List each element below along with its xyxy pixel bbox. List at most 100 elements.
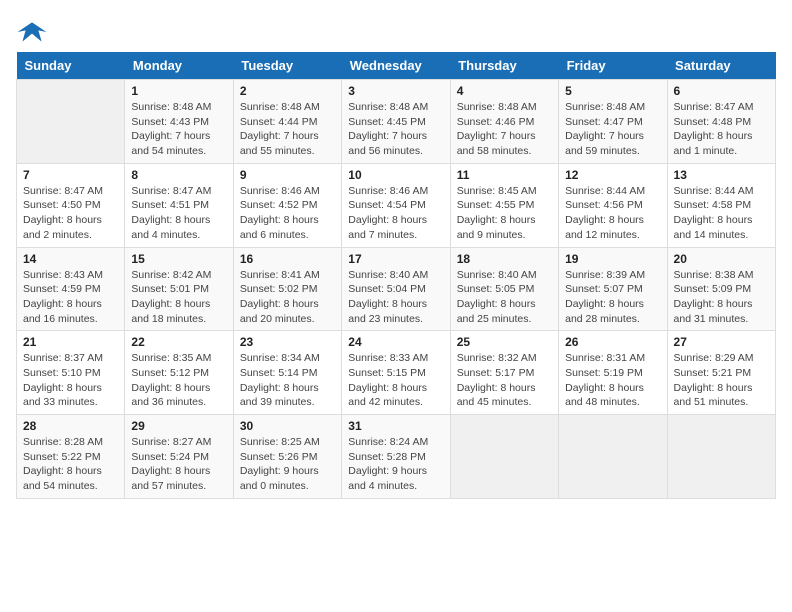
day-number: 19 xyxy=(565,252,660,266)
calendar-cell: 2 Sunrise: 8:48 AM Sunset: 4:44 PM Daylig… xyxy=(233,80,341,164)
day-number: 3 xyxy=(348,84,443,98)
day-number: 9 xyxy=(240,168,335,182)
day-number: 30 xyxy=(240,419,335,433)
day-header-thursday: Thursday xyxy=(450,52,558,80)
calendar-cell: 20 Sunrise: 8:38 AM Sunset: 5:09 PM Dayli… xyxy=(667,247,775,331)
day-info: Sunrise: 8:28 AM Sunset: 5:22 PM Dayligh… xyxy=(23,435,118,494)
calendar-cell: 8Sunrise: 8:47 AM Sunset: 4:51 PM Daylig… xyxy=(125,163,233,247)
day-info: Sunrise: 8:48 AM Sunset: 4:46 PM Dayligh… xyxy=(457,100,552,159)
day-info: Sunrise: 8:34 AM Sunset: 5:14 PM Dayligh… xyxy=(240,351,335,410)
day-number: 5 xyxy=(565,84,660,98)
calendar-cell: 23Sunrise: 8:34 AM Sunset: 5:14 PM Dayli… xyxy=(233,331,341,415)
day-number: 28 xyxy=(23,419,118,433)
day-info: Sunrise: 8:24 AM Sunset: 5:28 PM Dayligh… xyxy=(348,435,443,494)
day-number: 13 xyxy=(674,168,769,182)
day-info: Sunrise: 8:40 AM Sunset: 5:05 PM Dayligh… xyxy=(457,268,552,327)
calendar-cell: 16 Sunrise: 8:41 AM Sunset: 5:02 PM Dayli… xyxy=(233,247,341,331)
calendar-cell: 9 Sunrise: 8:46 AM Sunset: 4:52 PM Daylig… xyxy=(233,163,341,247)
calendar-cell: 10 Sunrise: 8:46 AM Sunset: 4:54 PM Dayli… xyxy=(342,163,450,247)
day-number: 17 xyxy=(348,252,443,266)
calendar-cell: 18 Sunrise: 8:40 AM Sunset: 5:05 PM Dayli… xyxy=(450,247,558,331)
day-number: 24 xyxy=(348,335,443,349)
calendar-cell: 15 Sunrise: 8:42 AM Sunset: 5:01 PM Dayli… xyxy=(125,247,233,331)
calendar-cell: 4Sunrise: 8:48 AM Sunset: 4:46 PM Daylig… xyxy=(450,80,558,164)
day-info: Sunrise: 8:25 AM Sunset: 5:26 PM Dayligh… xyxy=(240,435,335,494)
day-info: Sunrise: 8:39 AM Sunset: 5:07 PM Dayligh… xyxy=(565,268,660,327)
day-info: Sunrise: 8:46 AM Sunset: 4:54 PM Dayligh… xyxy=(348,184,443,243)
calendar-cell: 22Sunrise: 8:35 AM Sunset: 5:12 PM Dayli… xyxy=(125,331,233,415)
day-info: Sunrise: 8:43 AM Sunset: 4:59 PM Dayligh… xyxy=(23,268,118,327)
calendar-cell: 27 Sunrise: 8:29 AM Sunset: 5:21 PM Dayli… xyxy=(667,331,775,415)
calendar-cell: 30 Sunrise: 8:25 AM Sunset: 5:26 PM Dayli… xyxy=(233,415,341,499)
day-info: Sunrise: 8:46 AM Sunset: 4:52 PM Dayligh… xyxy=(240,184,335,243)
calendar-week-row: 28 Sunrise: 8:28 AM Sunset: 5:22 PM Dayli… xyxy=(17,415,776,499)
day-info: Sunrise: 8:48 AM Sunset: 4:45 PM Dayligh… xyxy=(348,100,443,159)
day-number: 10 xyxy=(348,168,443,182)
day-number: 15 xyxy=(131,252,226,266)
calendar-cell: 14Sunrise: 8:43 AM Sunset: 4:59 PM Dayli… xyxy=(17,247,125,331)
day-number: 7 xyxy=(23,168,118,182)
day-info: Sunrise: 8:29 AM Sunset: 5:21 PM Dayligh… xyxy=(674,351,769,410)
day-info: Sunrise: 8:37 AM Sunset: 5:10 PM Dayligh… xyxy=(23,351,118,410)
day-number: 6 xyxy=(674,84,769,98)
calendar-cell: 3 Sunrise: 8:48 AM Sunset: 4:45 PM Daylig… xyxy=(342,80,450,164)
day-number: 22 xyxy=(131,335,226,349)
day-header-tuesday: Tuesday xyxy=(233,52,341,80)
day-header-friday: Friday xyxy=(559,52,667,80)
day-number: 31 xyxy=(348,419,443,433)
day-number: 18 xyxy=(457,252,552,266)
day-info: Sunrise: 8:42 AM Sunset: 5:01 PM Dayligh… xyxy=(131,268,226,327)
day-info: Sunrise: 8:48 AM Sunset: 4:43 PM Dayligh… xyxy=(131,100,226,159)
calendar-table: SundayMondayTuesdayWednesdayThursdayFrid… xyxy=(16,52,776,499)
calendar-header-row: SundayMondayTuesdayWednesdayThursdayFrid… xyxy=(17,52,776,80)
logo-bird-icon xyxy=(16,16,48,48)
day-info: Sunrise: 8:31 AM Sunset: 5:19 PM Dayligh… xyxy=(565,351,660,410)
day-header-sunday: Sunday xyxy=(17,52,125,80)
calendar-cell: 31 Sunrise: 8:24 AM Sunset: 5:28 PM Dayli… xyxy=(342,415,450,499)
calendar-cell: 21Sunrise: 8:37 AM Sunset: 5:10 PM Dayli… xyxy=(17,331,125,415)
day-info: Sunrise: 8:32 AM Sunset: 5:17 PM Dayligh… xyxy=(457,351,552,410)
calendar-cell: 11Sunrise: 8:45 AM Sunset: 4:55 PM Dayli… xyxy=(450,163,558,247)
calendar-week-row: 7 Sunrise: 8:47 AM Sunset: 4:50 PM Daylig… xyxy=(17,163,776,247)
day-info: Sunrise: 8:47 AM Sunset: 4:50 PM Dayligh… xyxy=(23,184,118,243)
calendar-cell: 24Sunrise: 8:33 AM Sunset: 5:15 PM Dayli… xyxy=(342,331,450,415)
calendar-week-row: 1 Sunrise: 8:48 AM Sunset: 4:43 PM Daylig… xyxy=(17,80,776,164)
calendar-week-row: 14Sunrise: 8:43 AM Sunset: 4:59 PM Dayli… xyxy=(17,247,776,331)
calendar-cell: 13 Sunrise: 8:44 AM Sunset: 4:58 PM Dayli… xyxy=(667,163,775,247)
day-info: Sunrise: 8:44 AM Sunset: 4:56 PM Dayligh… xyxy=(565,184,660,243)
calendar-cell xyxy=(559,415,667,499)
calendar-week-row: 21Sunrise: 8:37 AM Sunset: 5:10 PM Dayli… xyxy=(17,331,776,415)
day-info: Sunrise: 8:40 AM Sunset: 5:04 PM Dayligh… xyxy=(348,268,443,327)
calendar-cell: 26 Sunrise: 8:31 AM Sunset: 5:19 PM Dayli… xyxy=(559,331,667,415)
calendar-cell: 17 Sunrise: 8:40 AM Sunset: 5:04 PM Dayli… xyxy=(342,247,450,331)
day-number: 20 xyxy=(674,252,769,266)
day-number: 1 xyxy=(131,84,226,98)
day-number: 2 xyxy=(240,84,335,98)
day-header-monday: Monday xyxy=(125,52,233,80)
day-number: 27 xyxy=(674,335,769,349)
calendar-cell: 1 Sunrise: 8:48 AM Sunset: 4:43 PM Daylig… xyxy=(125,80,233,164)
day-number: 26 xyxy=(565,335,660,349)
day-number: 12 xyxy=(565,168,660,182)
day-info: Sunrise: 8:41 AM Sunset: 5:02 PM Dayligh… xyxy=(240,268,335,327)
calendar-cell: 6 Sunrise: 8:47 AM Sunset: 4:48 PM Daylig… xyxy=(667,80,775,164)
calendar-cell: 7 Sunrise: 8:47 AM Sunset: 4:50 PM Daylig… xyxy=(17,163,125,247)
day-info: Sunrise: 8:44 AM Sunset: 4:58 PM Dayligh… xyxy=(674,184,769,243)
day-number: 11 xyxy=(457,168,552,182)
day-header-wednesday: Wednesday xyxy=(342,52,450,80)
day-info: Sunrise: 8:48 AM Sunset: 4:44 PM Dayligh… xyxy=(240,100,335,159)
logo xyxy=(16,16,52,48)
calendar-cell: 29 Sunrise: 8:27 AM Sunset: 5:24 PM Dayli… xyxy=(125,415,233,499)
day-number: 25 xyxy=(457,335,552,349)
day-number: 8 xyxy=(131,168,226,182)
day-number: 29 xyxy=(131,419,226,433)
calendar-cell: 12 Sunrise: 8:44 AM Sunset: 4:56 PM Dayli… xyxy=(559,163,667,247)
header xyxy=(16,16,776,48)
day-info: Sunrise: 8:27 AM Sunset: 5:24 PM Dayligh… xyxy=(131,435,226,494)
calendar-cell: 5 Sunrise: 8:48 AM Sunset: 4:47 PM Daylig… xyxy=(559,80,667,164)
day-info: Sunrise: 8:47 AM Sunset: 4:48 PM Dayligh… xyxy=(674,100,769,159)
day-number: 16 xyxy=(240,252,335,266)
day-info: Sunrise: 8:38 AM Sunset: 5:09 PM Dayligh… xyxy=(674,268,769,327)
day-info: Sunrise: 8:48 AM Sunset: 4:47 PM Dayligh… xyxy=(565,100,660,159)
calendar-cell xyxy=(17,80,125,164)
